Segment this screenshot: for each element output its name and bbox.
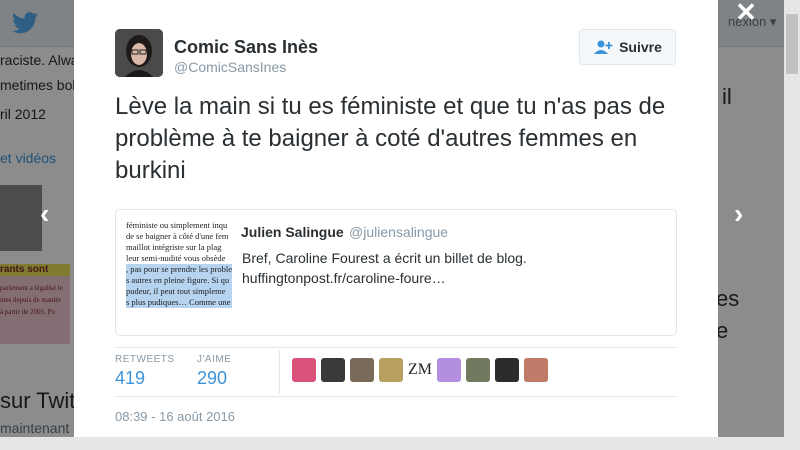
horizontal-scrollbar[interactable] <box>0 437 784 450</box>
next-arrow-icon[interactable]: › <box>734 198 743 230</box>
author-handle[interactable]: @ComicSansInes <box>174 59 286 75</box>
quoted-tweet[interactable]: féministe ou simplement inqu de se baign… <box>115 209 677 336</box>
image-line: de se baigner à côté d'une fem <box>126 231 229 241</box>
prev-arrow-icon[interactable]: ‹ <box>40 198 49 230</box>
likes-count[interactable]: 290 <box>197 368 227 389</box>
liker-avatar[interactable] <box>495 358 519 382</box>
divider <box>115 396 677 397</box>
quoted-text-line: Bref, Caroline Fourest a écrit un billet… <box>242 250 527 266</box>
image-line: maillot intégriste sur la plag <box>126 242 222 252</box>
avatar[interactable] <box>115 29 163 77</box>
close-icon[interactable]: ✕ <box>734 0 758 25</box>
tweet-modal: Comic Sans Inès @ComicSansInes Suivre Lè… <box>74 0 718 450</box>
tweet-timestamp[interactable]: 08:39 - 16 août 2016 <box>115 409 235 424</box>
author-name[interactable]: Comic Sans Inès <box>174 37 318 58</box>
liker-avatar[interactable] <box>524 358 548 382</box>
follow-person-icon <box>594 40 613 54</box>
retweets-count[interactable]: 419 <box>115 368 145 389</box>
likes-label: J'AIME <box>197 354 232 365</box>
quoted-author-handle: @juliensalingue <box>349 224 449 240</box>
liker-avatar[interactable] <box>350 358 374 382</box>
divider <box>115 347 677 348</box>
image-line: féministe ou simplement inqu <box>126 220 228 230</box>
liker-avatar[interactable] <box>292 358 316 382</box>
follow-button[interactable]: Suivre <box>579 29 676 65</box>
image-line: s autres en pleine figure. Si qu <box>126 275 232 286</box>
scrollbar-thumb[interactable] <box>786 14 798 74</box>
follow-label: Suivre <box>619 39 662 55</box>
quoted-tweet-image: féministe ou simplement inqu de se baign… <box>126 220 232 320</box>
image-line: leur semi-nudité vous obsède <box>126 253 226 263</box>
quoted-tweet-text: Bref, Caroline Fourest a écrit un billet… <box>242 248 527 288</box>
image-line: pudeur, il peut tout simpleme <box>126 286 232 297</box>
stats-separator <box>279 350 280 394</box>
liker-avatar[interactable] <box>437 358 461 382</box>
image-line: s plus pudiques… Comme une <box>126 297 232 308</box>
quoted-author-name: Julien Salingue <box>241 224 344 240</box>
tweet-text: Lève la main si tu es féministe et que t… <box>115 93 666 184</box>
retweets-label: RETWEETS <box>115 354 175 365</box>
likers-avatars: ZM <box>292 358 548 382</box>
liker-avatar[interactable]: ZM <box>408 358 432 382</box>
liker-avatar[interactable] <box>321 358 345 382</box>
liker-avatar[interactable] <box>466 358 490 382</box>
liker-avatar[interactable] <box>379 358 403 382</box>
image-line: , pas pour se prendre les proble <box>126 264 232 275</box>
quoted-link[interactable]: huffingtonpost.fr/caroline-foure… <box>242 268 527 288</box>
